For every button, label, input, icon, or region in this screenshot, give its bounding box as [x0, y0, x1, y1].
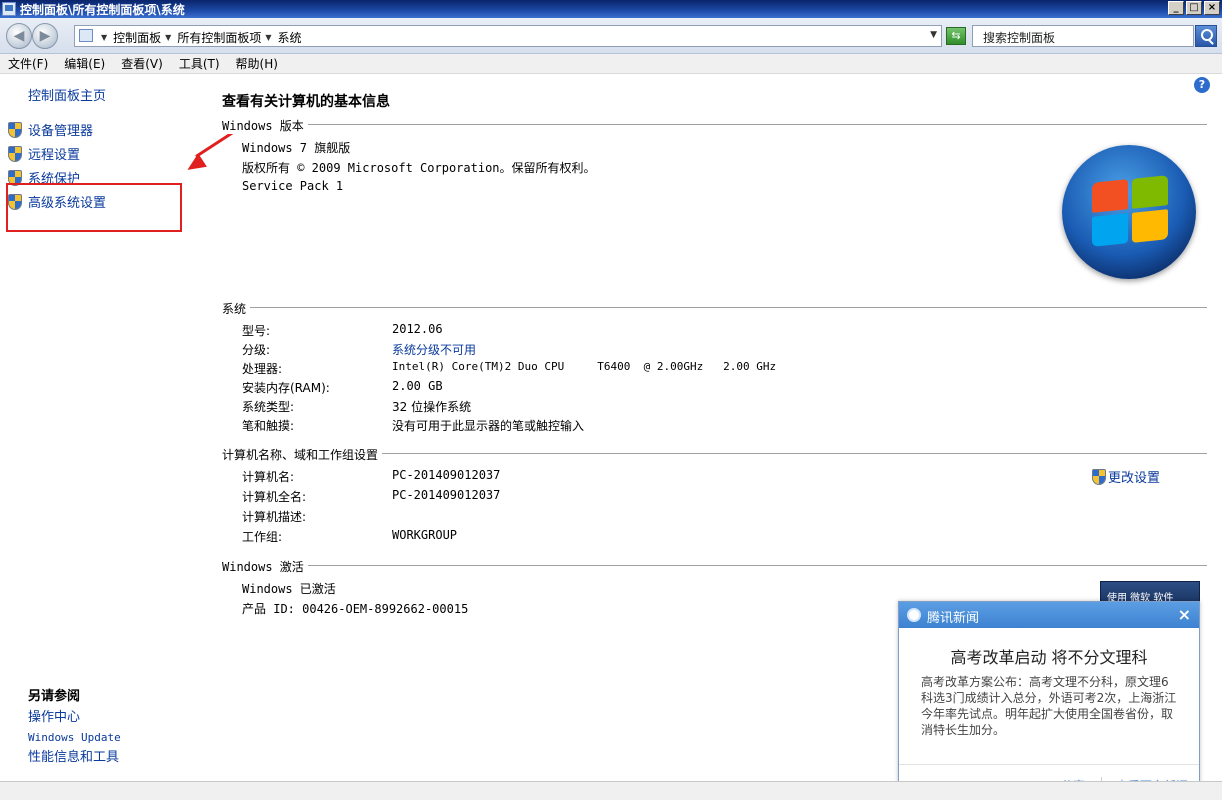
computer-value-workgroup: WORKGROUP: [392, 528, 458, 542]
forward-button[interactable]: ▶: [32, 23, 58, 49]
edition-service-pack: Service Pack 1: [242, 179, 344, 193]
notification-source: 腾讯新闻: [927, 611, 980, 626]
address-toolbar: ◀ ▶ ▼ 控制面板 ▼ 所有控制面板项 ▼ 系统 ▼ ⇆ 搜索控制面板: [0, 18, 1222, 54]
link-windows-update[interactable]: Windows Update: [28, 728, 121, 748]
windows-logo: [1062, 145, 1196, 279]
computer-label-description: 计算机描述:: [242, 510, 307, 524]
back-button[interactable]: ◀: [6, 23, 32, 49]
system-value-model: 2012.06: [392, 322, 443, 336]
menu-help[interactable]: 帮助(H): [228, 55, 286, 72]
windows-flag-blue: [1092, 213, 1128, 247]
window-controls: _ □ ×: [1168, 1, 1220, 15]
system-label-ram: 安装内存(RAM):: [242, 381, 330, 395]
task-remote-settings[interactable]: 远程设置: [8, 144, 80, 163]
section-label: 计算机名称、域和工作组设置: [222, 446, 383, 463]
window-title: 控制面板\所有控制面板项\系统: [20, 3, 185, 17]
divider: [222, 307, 1207, 308]
refresh-button[interactable]: ⇆: [946, 27, 966, 45]
breadcrumb: ▼ 控制面板 ▼ 所有控制面板项 ▼ 系统: [97, 29, 302, 46]
edition-name: Windows 7 旗舰版: [242, 141, 351, 155]
product-id: 产品 ID: 00426-OEM-8992662-00015: [242, 602, 469, 616]
section-label: 系统: [222, 300, 251, 317]
breadcrumb-item-system[interactable]: 系统: [278, 29, 302, 46]
system-value-processor: Intel(R) Core(TM)2 Duo CPU T6400 @ 2.00G…: [392, 360, 777, 373]
news-notification: 腾讯新闻 × 高考改革启动 将不分文理科 高考改革方案公布：高考文理不分科，原文…: [898, 601, 1200, 800]
windows-flag-red: [1092, 179, 1128, 213]
control-panel-icon: [79, 29, 93, 42]
change-settings-link[interactable]: 更改设置: [1092, 467, 1160, 486]
link-performance-tools[interactable]: 性能信息和工具: [28, 748, 121, 768]
notification-headline[interactable]: 高考改革启动 将不分文理科: [899, 644, 1199, 668]
activation-status: Windows 已激活: [242, 582, 336, 596]
control-panel-icon: [2, 2, 16, 16]
system-label-type: 系统类型:: [242, 400, 295, 414]
computer-value-name: PC-201409012037: [392, 468, 501, 482]
maximize-button[interactable]: □: [1186, 1, 1202, 15]
annotation-highlight-box: [6, 183, 182, 232]
section-windows-edition: Windows 版本: [222, 117, 1207, 134]
computer-label-name: 计算机名:: [242, 470, 295, 484]
divider: [222, 124, 1207, 125]
notification-body: 高考改革方案公布：高考文理不分科，原文理6科选3门成绩计入总分，外语可考2次，上…: [921, 675, 1177, 737]
status-bar: [0, 781, 1222, 800]
title-bar: 控制面板\所有控制面板项\系统 _ □ ×: [0, 0, 1222, 18]
menu-bar: 文件(F) 编辑(E) 查看(V) 工具(T) 帮助(H): [0, 54, 1222, 74]
system-value-type: 32 位操作系统: [392, 400, 472, 414]
chevron-down-icon[interactable]: ▼: [101, 33, 107, 42]
tencent-news-logo-icon: [907, 608, 921, 622]
menu-view[interactable]: 查看(V): [113, 55, 171, 72]
control-panel-home-link[interactable]: 控制面板主页: [28, 85, 106, 104]
section-label: Windows 激活: [222, 558, 308, 575]
shield-icon: [1092, 468, 1106, 485]
see-also-section: 另请参阅 操作中心 Windows Update 性能信息和工具: [28, 685, 121, 768]
change-settings-label: 更改设置: [1108, 471, 1161, 486]
system-value-ram: 2.00 GB: [392, 379, 443, 393]
section-activation: Windows 激活: [222, 558, 1207, 575]
system-value-pen: 没有可用于此显示器的笔或触控输入: [392, 419, 585, 433]
section-label: Windows 版本: [222, 117, 308, 134]
search-input[interactable]: 搜索控制面板: [972, 25, 1194, 47]
see-also-title: 另请参阅: [28, 689, 81, 704]
task-pane: 控制面板主页 设备管理器 远程设置 系统保护 高级系统设置 另请参阅 操作中心 …: [0, 75, 200, 781]
system-label-processor: 处理器:: [242, 362, 283, 376]
task-label: 设备管理器: [28, 124, 94, 139]
address-field[interactable]: ▼ 控制面板 ▼ 所有控制面板项 ▼ 系统 ▼: [74, 25, 942, 47]
section-system: 系统: [222, 300, 1207, 317]
windows-flag-yellow: [1132, 209, 1168, 243]
minimize-button[interactable]: _: [1168, 1, 1184, 15]
task-label: 远程设置: [28, 148, 81, 163]
link-action-center[interactable]: 操作中心: [28, 708, 121, 728]
shield-icon: [8, 145, 22, 162]
search-icon[interactable]: [1195, 25, 1217, 47]
system-value-rating-link[interactable]: 系统分级不可用: [392, 341, 476, 358]
menu-edit[interactable]: 编辑(E): [56, 55, 113, 72]
edition-copyright: 版权所有 © 2009 Microsoft Corporation。保留所有权利…: [242, 161, 596, 175]
menu-tools[interactable]: 工具(T): [171, 55, 228, 72]
breadcrumb-item-control-panel[interactable]: 控制面板: [113, 29, 161, 46]
system-label-pen: 笔和触摸:: [242, 419, 295, 433]
breadcrumb-item-all-items[interactable]: 所有控制面板项: [177, 29, 261, 46]
computer-label-full-name: 计算机全名:: [242, 490, 307, 504]
address-dropdown-icon[interactable]: ▼: [930, 30, 937, 40]
computer-label-workgroup: 工作组:: [242, 530, 283, 544]
close-button[interactable]: ×: [1204, 1, 1220, 15]
page-title: 查看有关计算机的基本信息: [222, 94, 390, 110]
shield-icon: [8, 121, 22, 138]
system-label-model: 型号:: [242, 324, 271, 338]
close-icon[interactable]: ×: [1178, 605, 1191, 624]
menu-file[interactable]: 文件(F): [0, 55, 56, 72]
notification-header: 腾讯新闻 ×: [899, 602, 1199, 628]
chevron-down-icon[interactable]: ▼: [165, 33, 171, 42]
windows-flag-green: [1132, 175, 1168, 209]
chevron-down-icon[interactable]: ▼: [265, 33, 271, 42]
task-device-manager[interactable]: 设备管理器: [8, 120, 93, 139]
system-label-rating: 分级:: [242, 343, 271, 357]
computer-value-full-name: PC-201409012037: [392, 488, 501, 502]
section-computer-name: 计算机名称、域和工作组设置: [222, 446, 1207, 463]
divider: [222, 565, 1207, 566]
help-icon[interactable]: ?: [1194, 77, 1210, 93]
